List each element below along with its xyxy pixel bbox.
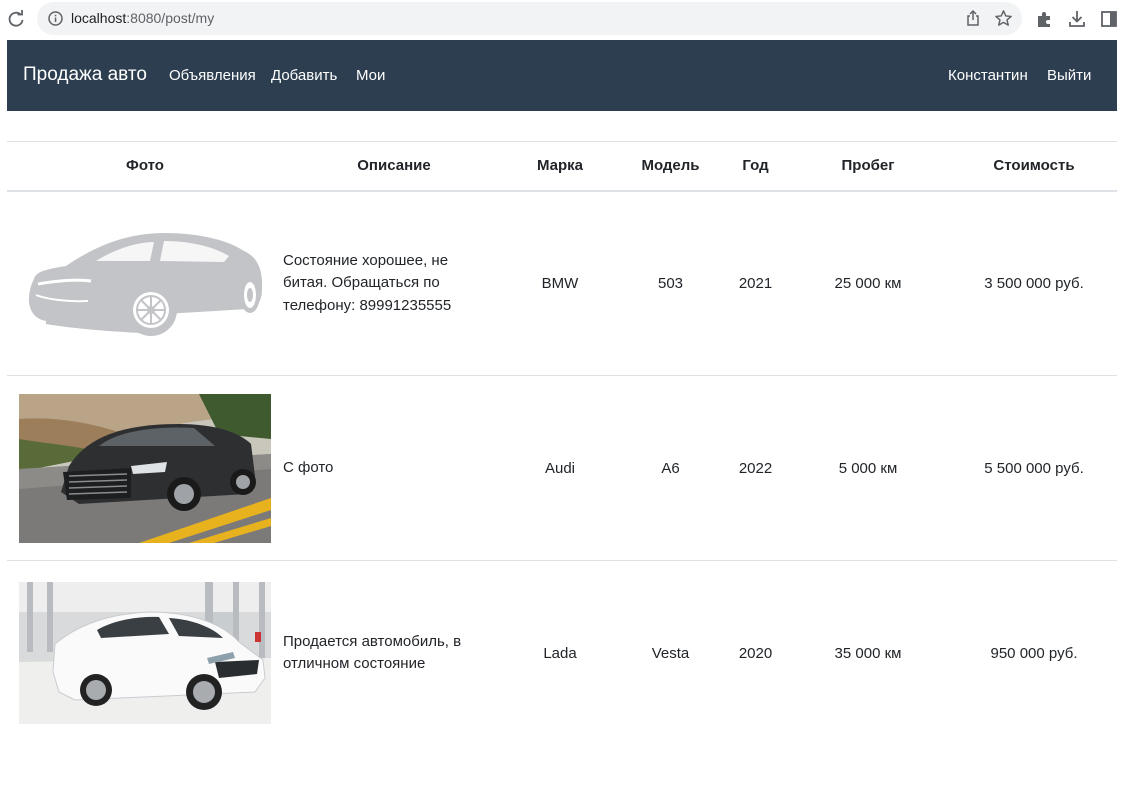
- url-host: localhost: [71, 10, 127, 26]
- price-cell: 950 000 руб.: [990, 644, 1078, 662]
- column-photo: Фото: [7, 141, 283, 192]
- year-cell: 2020: [738, 644, 773, 662]
- description-cell: Продается автомобиль, в отличном состоян…: [283, 632, 462, 673]
- photo-cell: [7, 190, 283, 376]
- header-row: Фото Описание Марка Модель Год Пробег Ст…: [7, 141, 1117, 192]
- description-cell: Состояние хорошее, не битая. Обращаться …: [283, 190, 505, 376]
- column-description: Описание: [283, 141, 505, 192]
- address-bar[interactable]: localhost:8080/post/my: [37, 2, 1022, 35]
- audi-photo: [19, 393, 271, 543]
- price-cell: 3 500 000 руб.: [951, 190, 1117, 376]
- brand-cell: BMW: [505, 190, 615, 376]
- column-price: Стоимость: [951, 141, 1117, 192]
- table-row: С фото Audi A6 2022 5 000 км 5 500 000 р…: [7, 375, 1117, 561]
- nav-user-name[interactable]: Константин: [948, 67, 1028, 84]
- lada-photo: [19, 582, 271, 725]
- bookmark-star-icon[interactable]: [994, 9, 1013, 28]
- navbar: Продажа авто Объявления Добавить Мои Кон…: [7, 40, 1117, 111]
- column-mileage: Пробег: [785, 141, 951, 192]
- photo-cell: [7, 561, 283, 746]
- brand-link[interactable]: Продажа авто: [23, 64, 147, 86]
- column-model: Модель: [615, 141, 726, 192]
- model-cell: Vesta: [651, 644, 690, 662]
- browser-toolbar: localhost:8080/post/my: [0, 0, 1125, 40]
- column-brand: Марка: [505, 141, 615, 192]
- logout-link[interactable]: Выйти: [1047, 67, 1091, 84]
- url-text: localhost:8080/post/my: [71, 10, 214, 26]
- brand-cell: Audi: [505, 375, 615, 561]
- nav-link-listings[interactable]: Объявления: [169, 67, 256, 84]
- model-cell: A6: [615, 375, 726, 561]
- table-row: Продается автомобиль, в отличном состоян…: [7, 561, 1117, 746]
- share-icon[interactable]: [964, 9, 982, 27]
- column-year: Год: [726, 141, 785, 192]
- price-cell: 5 500 000 руб.: [951, 375, 1117, 561]
- mileage-cell: 35 000 км: [834, 644, 902, 662]
- car-placeholder-image: [28, 233, 263, 337]
- table-header: Фото Описание Марка Модель Год Пробег Ст…: [7, 141, 1117, 192]
- side-panel-icon[interactable]: [1099, 9, 1119, 29]
- description-cell: С фото: [283, 375, 505, 561]
- table-row: Состояние хорошее, не битая. Обращаться …: [7, 190, 1117, 376]
- extensions-icon[interactable]: [1035, 9, 1055, 29]
- brand-cell: Lada: [543, 644, 577, 662]
- mileage-cell: 25 000 км: [785, 190, 951, 376]
- model-cell: 503: [615, 190, 726, 376]
- download-icon[interactable]: [1067, 9, 1087, 29]
- nav-link-add[interactable]: Добавить: [271, 67, 337, 84]
- url-path: :8080/post/my: [126, 10, 215, 26]
- nav-link-my[interactable]: Мои: [356, 67, 385, 84]
- year-cell: 2022: [726, 375, 785, 561]
- listings-table: Фото Описание Марка Модель Год Пробег Ст…: [7, 141, 1117, 746]
- photo-cell: [7, 375, 283, 561]
- site-info-icon[interactable]: [47, 10, 64, 27]
- year-cell: 2021: [726, 190, 785, 376]
- mileage-cell: 5 000 км: [785, 375, 951, 561]
- reload-icon[interactable]: [6, 9, 26, 29]
